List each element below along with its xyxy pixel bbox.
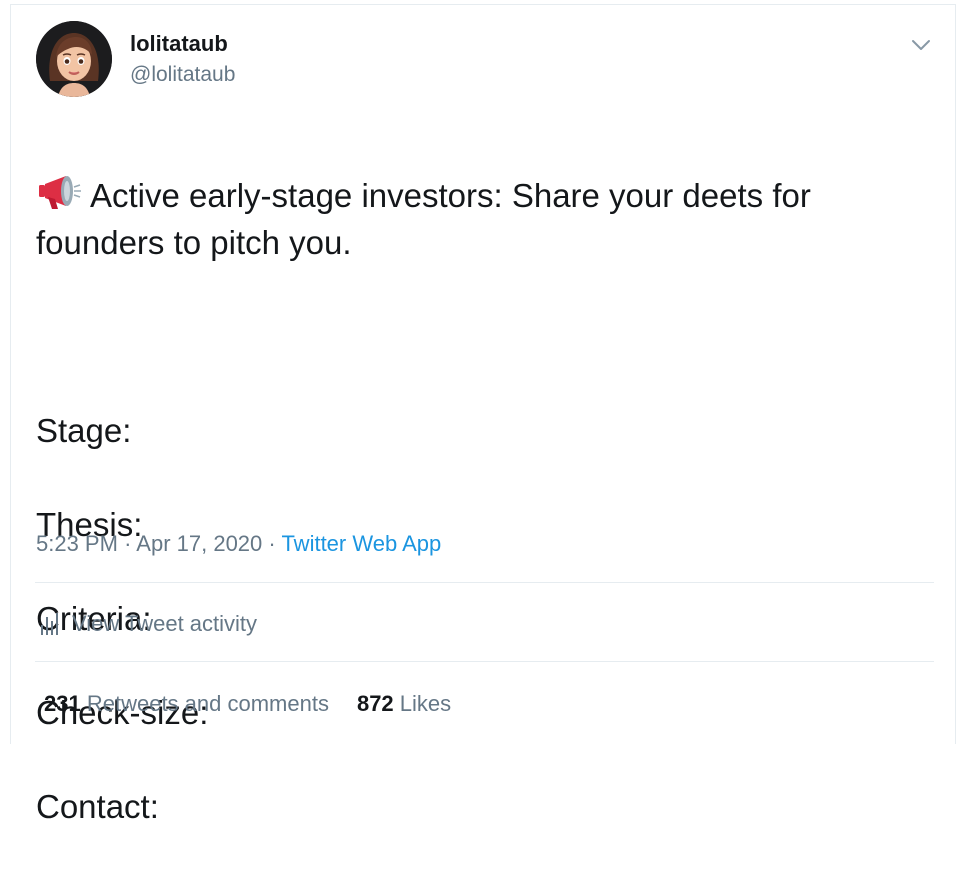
megaphone-icon bbox=[39, 176, 81, 209]
avatar[interactable] bbox=[36, 21, 112, 97]
tweet-text: Active early-stage investors: Share your… bbox=[36, 125, 916, 877]
divider bbox=[35, 661, 934, 662]
bar-chart-icon bbox=[41, 613, 58, 635]
tweet-source-link[interactable]: Twitter Web App bbox=[281, 531, 441, 556]
retweets-label: Retweets and comments bbox=[86, 691, 329, 716]
tweet-card: lolitataub @lolitataub Active early-stag… bbox=[10, 4, 956, 825]
divider bbox=[35, 582, 934, 583]
retweets-count: 231 bbox=[44, 691, 81, 716]
memoji-avatar-icon bbox=[36, 21, 112, 97]
field-stage: Stage: bbox=[36, 412, 132, 449]
author-handle[interactable]: @lolitataub bbox=[130, 62, 235, 88]
tweet-first-paragraph: Active early-stage investors: Share your… bbox=[36, 172, 916, 266]
tweet-date[interactable]: Apr 17, 2020 bbox=[136, 531, 262, 556]
tweet-time[interactable]: 5:23 PM bbox=[36, 531, 118, 556]
view-tweet-activity-link[interactable]: View Tweet activity bbox=[40, 609, 257, 639]
likes-stat[interactable]: 872 Likes bbox=[357, 691, 451, 716]
likes-count: 872 bbox=[356, 691, 394, 716]
tweet-meta: 5:23 PM · Apr 17, 2020 · Twitter Web App bbox=[36, 529, 441, 559]
chevron-down-icon[interactable] bbox=[907, 31, 935, 59]
retweets-stat[interactable]: 231 Retweets and comments bbox=[44, 691, 329, 716]
likes-label: Likes bbox=[399, 691, 452, 716]
meta-separator: · bbox=[268, 531, 276, 556]
author-display-name[interactable]: lolitataub bbox=[130, 31, 228, 57]
tweet-first-line: Active early-stage investors: Share your… bbox=[36, 177, 811, 261]
view-tweet-activity-label: View Tweet activity bbox=[72, 611, 258, 636]
tweet-stats: 231 Retweets and comments 872 Likes bbox=[44, 689, 451, 719]
meta-separator: · bbox=[124, 531, 132, 556]
field-contact: Contact: bbox=[36, 788, 159, 825]
